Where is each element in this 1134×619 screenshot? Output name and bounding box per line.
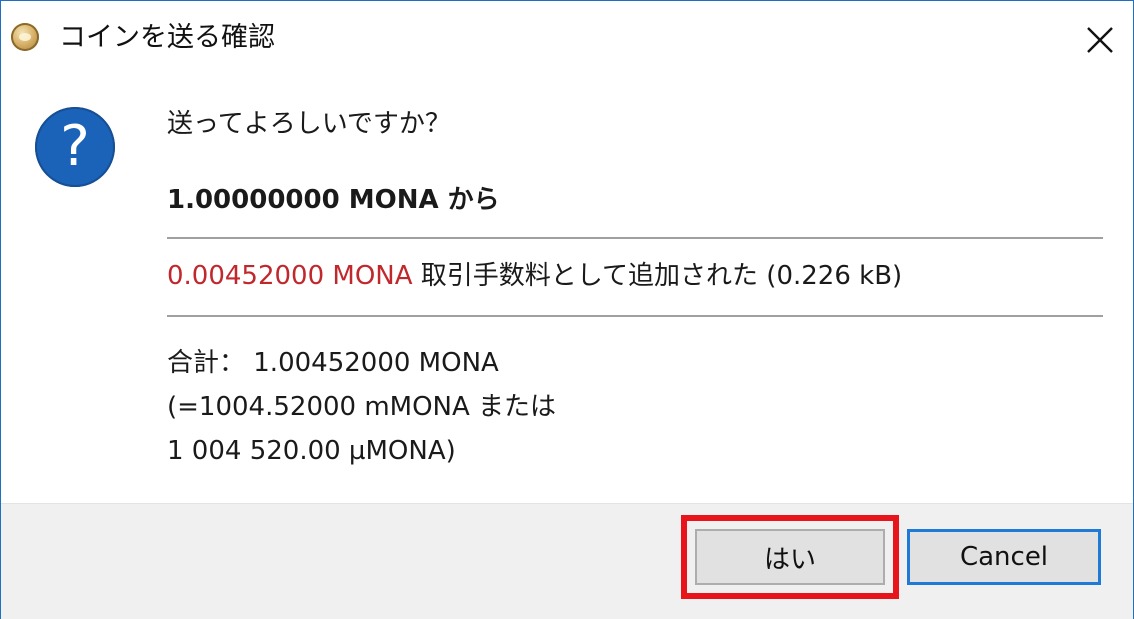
fee-description: 取引手数料として追加された (0.226 kB)	[412, 261, 903, 291]
close-icon	[1085, 25, 1115, 55]
total-umona-line: 1 004 520.00 µMONA)	[167, 436, 456, 466]
cancel-button[interactable]: Cancel	[907, 529, 1101, 585]
send-confirmation-dialog: コインを送る確認 ? 送ってよろしいですか？ 1.00000000 MONA か…	[0, 0, 1134, 619]
window-title: コインを送る確認	[59, 22, 275, 53]
question-icon: ?	[35, 107, 115, 187]
fee-amount: 0.00452000 MONA	[167, 261, 413, 291]
total-block: 合計： 1.00452000 MONA (=1004.52000 mMONA ま…	[167, 341, 556, 473]
divider	[167, 315, 1103, 317]
yes-button[interactable]: はい	[695, 529, 885, 585]
total-mmona-line: (=1004.52000 mMONA または	[167, 392, 557, 422]
close-button[interactable]	[1067, 1, 1133, 79]
divider	[167, 237, 1103, 239]
monacoin-coin-icon	[11, 23, 39, 51]
fee-line: 0.00452000 MONA 取引手数料として追加された (0.226 kB)	[167, 259, 902, 293]
total-line: 合計： 1.00452000 MONA	[167, 348, 499, 378]
confirm-question: 送ってよろしいですか？	[167, 109, 451, 139]
send-amount: 1.00000000 MONA から	[167, 185, 500, 215]
title-bar: コインを送る確認	[1, 1, 1133, 79]
